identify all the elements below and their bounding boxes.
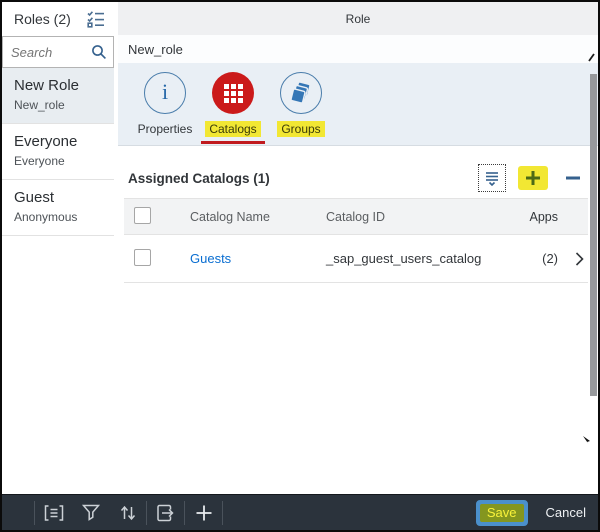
role-item-title: New Role <box>14 77 102 94</box>
cancel-button[interactable]: Cancel <box>542 503 590 522</box>
search-box <box>2 36 114 68</box>
add-row-icon[interactable] <box>185 495 222 530</box>
role-maintenance-window: Roles (2) New Role New_role <box>0 0 600 532</box>
roles-sidebar: Roles (2) New Role New_role <box>2 2 114 494</box>
role-item-title: Guest <box>14 189 102 206</box>
role-item-title: Everyone <box>14 133 102 150</box>
row-checkbox[interactable] <box>134 249 151 266</box>
role-item-subtitle: New_role <box>14 98 102 112</box>
legend-icon[interactable] <box>35 495 72 530</box>
filter-icon[interactable] <box>72 495 109 530</box>
info-glyph: i <box>162 81 168 103</box>
info-icon: i <box>144 72 186 114</box>
catalogs-table: Catalog Name Catalog ID Apps Guests _sap… <box>124 198 588 283</box>
tab-label: Properties <box>134 121 197 137</box>
search-input[interactable] <box>11 45 91 60</box>
column-header-catalog-name: Catalog Name <box>190 210 326 224</box>
column-header-catalog-id: Catalog ID <box>326 210 500 224</box>
add-icon[interactable] <box>518 166 548 190</box>
divider <box>222 501 223 525</box>
role-item-subtitle: Anonymous <box>14 210 102 224</box>
column-header-apps: Apps <box>500 210 558 224</box>
table-row-guests[interactable]: Guests _sap_guest_users_catalog (2) <box>124 235 588 283</box>
apps-count: (2) <box>500 251 558 266</box>
layers-icon <box>280 72 322 114</box>
role-list-item-everyone[interactable]: Everyone Everyone <box>2 124 114 180</box>
role-list-item-guest[interactable]: Guest Anonymous <box>2 180 114 236</box>
selected-tab-underline <box>201 141 265 144</box>
collapse-group-icon[interactable] <box>478 164 506 192</box>
assigned-catalogs-title: Assigned Catalogs (1) <box>128 171 478 186</box>
vertical-scrollbar-thumb[interactable] <box>590 74 597 396</box>
remove-icon[interactable] <box>560 166 586 190</box>
role-list-item-new-role[interactable]: New Role New_role <box>2 68 114 124</box>
catalog-id-value: _sap_guest_users_catalog <box>326 251 500 266</box>
page-title: Role <box>346 12 371 26</box>
table-header-row: Catalog Name Catalog ID Apps <box>124 199 588 235</box>
roles-count-title: Roles (2) <box>14 11 71 27</box>
tab-label: Catalogs <box>205 121 260 137</box>
assigned-catalogs-panel: Assigned Catalogs (1) <box>124 158 588 283</box>
sort-icon[interactable] <box>109 495 146 530</box>
tab-label: Groups <box>277 121 324 137</box>
tab-catalogs[interactable]: Catalogs <box>200 72 266 145</box>
copy-icon[interactable] <box>147 495 184 530</box>
footer-icon-group <box>2 495 223 530</box>
sidebar-header: Roles (2) <box>2 2 114 36</box>
catalog-name-link[interactable]: Guests <box>190 251 231 266</box>
footer-toolbar: Save Cancel <box>2 494 598 530</box>
tab-groups[interactable]: Groups <box>268 72 334 145</box>
edit-pencil-mark <box>588 49 595 67</box>
catalogs-content: Assigned Catalogs (1) <box>118 158 598 510</box>
tab-properties[interactable]: i Properties <box>132 72 198 145</box>
detail-header-bar: Role <box>118 2 598 35</box>
search-icon[interactable] <box>91 44 107 60</box>
save-button[interactable]: Save <box>476 500 528 526</box>
select-all-checkbox[interactable] <box>134 207 151 224</box>
assigned-catalogs-toolbar: Assigned Catalogs (1) <box>124 158 588 198</box>
icon-tab-bar: i Properties Catalogs <box>118 63 598 146</box>
role-list: New Role New_role Everyone Everyone Gues… <box>2 68 114 236</box>
save-button-label: Save <box>480 504 524 522</box>
role-item-subtitle: Everyone <box>14 154 102 168</box>
chevron-right-icon[interactable] <box>558 252 588 266</box>
grid-icon <box>212 72 254 114</box>
cursor-artifact <box>583 431 591 449</box>
multiselect-icon[interactable] <box>87 10 106 29</box>
role-detail-panel: Role New_role i Properties Catalogs <box>118 2 598 494</box>
role-subheader: New_role <box>118 35 598 63</box>
footer-actions: Save Cancel <box>476 500 598 526</box>
role-name-title: New_role <box>128 42 183 57</box>
